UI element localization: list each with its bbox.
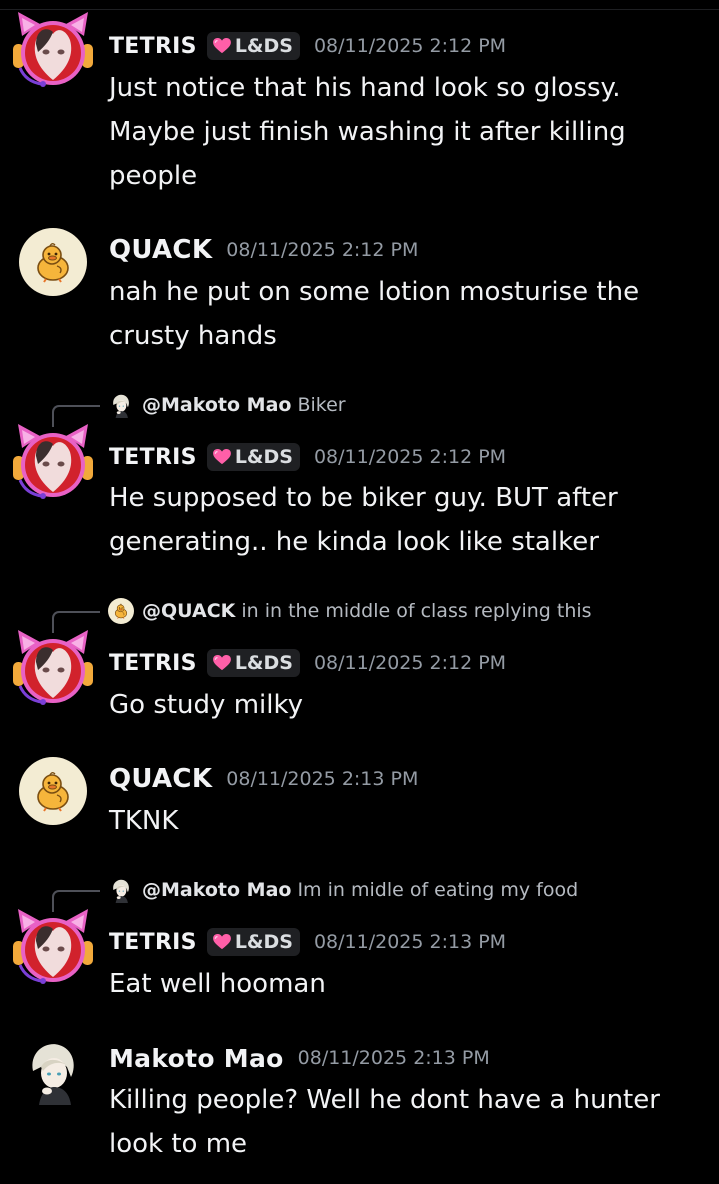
guild-tag-label: L&DS — [234, 931, 293, 953]
guild-tag-badge[interactable]: L&DS — [206, 443, 300, 471]
heart-icon — [213, 934, 231, 950]
message-timestamp: 08/11/2025 2:13 PM — [226, 768, 419, 790]
reply-reference[interactable]: @QUACK in in the middle of class replyin… — [0, 596, 719, 633]
message-line: Killing people? Well he dont have a hunt… — [109, 1085, 660, 1115]
message-line: Eat well hooman — [109, 969, 326, 999]
reply-author[interactable]: @QUACK — [142, 600, 235, 622]
message-line: He supposed to be biker guy. BUT after — [109, 483, 618, 513]
guild-tag-badge[interactable]: L&DS — [206, 32, 300, 60]
tetris-avatar[interactable] — [12, 628, 94, 710]
message-header: TETRIS L&DS 08/11/2025 2:12 PM — [109, 30, 506, 62]
heart-icon — [213, 655, 231, 671]
message-content: He supposed to be biker guy. BUT after g… — [109, 476, 699, 564]
message-header: QUACK 08/11/2025 2:13 PM — [109, 763, 418, 795]
reply-text[interactable]: Biker — [297, 394, 345, 416]
message-line: generating.. he kinda look like stalker — [109, 527, 599, 557]
author-name[interactable]: QUACK — [109, 764, 212, 794]
message-timestamp: 08/11/2025 2:12 PM — [313, 652, 507, 674]
message-line: TKNK — [109, 806, 179, 836]
reply-text[interactable]: in in the middle of class replying this — [241, 600, 591, 622]
message-timestamp: 08/11/2025 2:12 PM — [313, 35, 507, 57]
guild-tag-badge[interactable]: L&DS — [206, 649, 300, 677]
makoto-reply-avatar — [108, 392, 134, 418]
message-timestamp: 08/11/2025 2:13 PM — [313, 931, 507, 953]
message-header: TETRIS L&DS 08/11/2025 2:12 PM — [109, 647, 506, 679]
message-line: Just notice that his hand look so glossy… — [109, 73, 621, 103]
message-timestamp: 08/11/2025 2:12 PM — [313, 446, 507, 468]
message-line: Go study milky — [109, 690, 303, 720]
message-header: TETRIS L&DS 08/11/2025 2:13 PM — [109, 926, 506, 958]
reply-author[interactable]: @Makoto Mao — [142, 394, 291, 416]
heart-icon — [213, 38, 231, 54]
message-line: people — [109, 161, 198, 191]
makoto-avatar[interactable] — [19, 1037, 87, 1105]
guild-tag-label: L&DS — [234, 446, 293, 468]
message-line: nah he put on some lotion mosturise the — [109, 277, 640, 307]
reply-reference[interactable]: @Makoto Mao Biker — [0, 390, 719, 427]
quack-avatar[interactable] — [19, 228, 87, 296]
message-timestamp: 08/11/2025 2:13 PM — [297, 1047, 490, 1069]
author-name[interactable]: TETRIS — [109, 34, 197, 59]
message-content: TKNK — [109, 799, 699, 843]
author-name[interactable]: QUACK — [109, 235, 212, 265]
message-content: Killing people? Well he dont have a hunt… — [109, 1078, 699, 1166]
guild-tag-label: L&DS — [234, 35, 293, 57]
message-header: QUACK 08/11/2025 2:12 PM — [109, 234, 418, 266]
reply-body: @Makoto Mao Biker — [108, 390, 346, 420]
makoto-reply-avatar — [108, 877, 134, 903]
message-line: look to me — [109, 1129, 248, 1159]
message-line: crusty hands — [109, 321, 277, 351]
reply-reference[interactable]: @Makoto Mao Im in midle of eating my foo… — [0, 875, 719, 912]
reply-author[interactable]: @Makoto Mao — [142, 879, 291, 901]
guild-tag-badge[interactable]: L&DS — [206, 928, 300, 956]
author-name[interactable]: TETRIS — [109, 445, 197, 470]
message-content: Eat well hooman — [109, 962, 699, 1006]
quack-reply-avatar — [108, 598, 134, 624]
guild-tag-label: L&DS — [234, 652, 293, 674]
author-name[interactable]: TETRIS — [109, 651, 197, 676]
author-name[interactable]: Makoto Mao — [109, 1044, 284, 1073]
message-timestamp: 08/11/2025 2:12 PM — [226, 239, 419, 261]
message-content: nah he put on some lotion mosturise the … — [109, 270, 699, 358]
top-divider — [0, 9, 719, 10]
tetris-avatar[interactable] — [12, 907, 94, 989]
reply-text[interactable]: Im in midle of eating my food — [297, 879, 578, 901]
reply-body: @Makoto Mao Im in midle of eating my foo… — [108, 875, 578, 905]
message-header: TETRIS L&DS 08/11/2025 2:12 PM — [109, 441, 506, 473]
message-content: Go study milky — [109, 683, 699, 727]
heart-icon — [213, 449, 231, 465]
tetris-avatar[interactable] — [12, 10, 94, 92]
author-name[interactable]: TETRIS — [109, 930, 197, 955]
reply-body: @QUACK in in the middle of class replyin… — [108, 596, 592, 626]
quack-avatar[interactable] — [19, 757, 87, 825]
message-header: Makoto Mao 08/11/2025 2:13 PM — [109, 1042, 490, 1074]
message-line: Maybe just finish washing it after killi… — [109, 117, 626, 147]
message-content: Just notice that his hand look so glossy… — [109, 66, 699, 198]
tetris-avatar[interactable] — [12, 422, 94, 504]
